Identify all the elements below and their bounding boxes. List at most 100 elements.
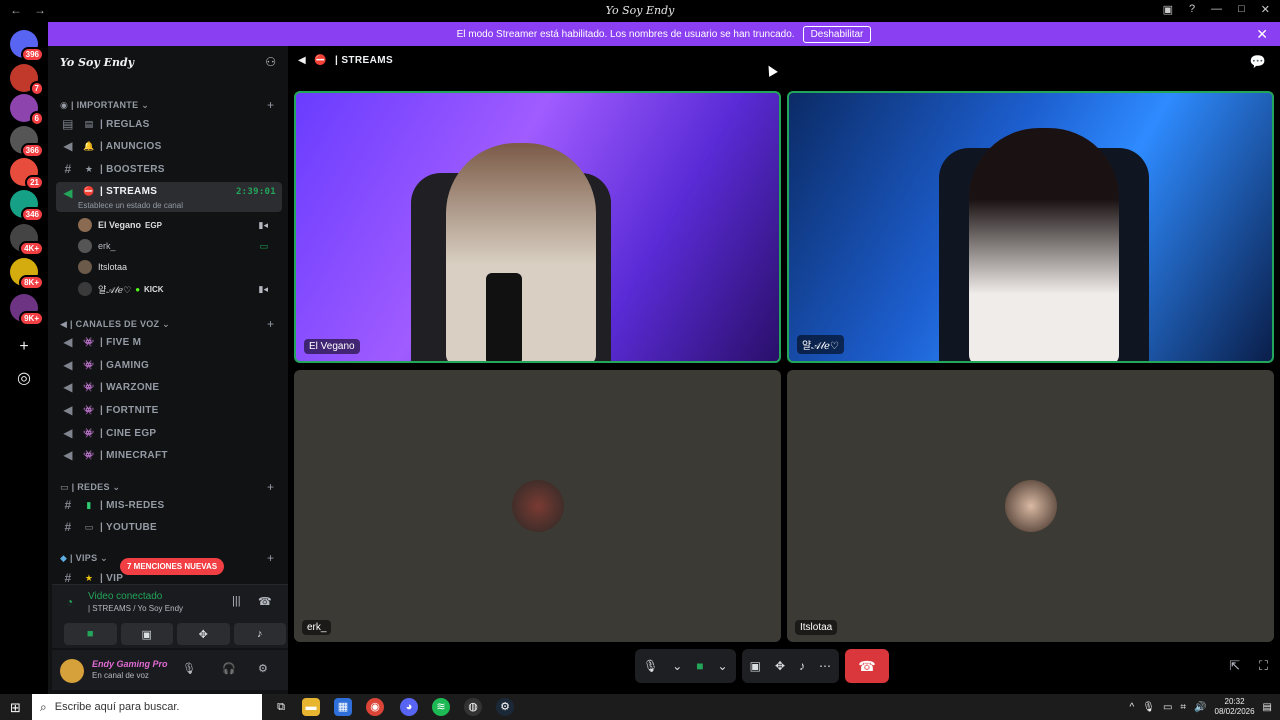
microphone-icon[interactable]: 🎙 [1142, 702, 1155, 713]
add-server-icon[interactable]: + [13, 336, 35, 358]
system-tray: ^ 🎙 ▭ ⌗ 🔊 20:32 08/02/2026 ▤ [1130, 694, 1280, 720]
battery-icon[interactable]: ▭ [1163, 702, 1172, 713]
avatar [78, 218, 92, 232]
chevron-down-icon[interactable]: ⌄ [672, 659, 682, 673]
banner-close-icon[interactable]: ✕ [1256, 26, 1268, 43]
obs-icon[interactable]: ◍ [464, 698, 482, 716]
screen-share-button[interactable]: ▣ [120, 623, 173, 645]
channel-fivem[interactable]: ◀ 👾 | FIVE M [56, 332, 282, 352]
chevron-down-icon[interactable]: ⌄ [718, 659, 728, 673]
channel-boosters[interactable]: # ★ | BOOSTERS [56, 159, 282, 179]
activities-icon[interactable]: ✥ [775, 659, 785, 673]
microphone-icon[interactable]: 🎙 [643, 659, 658, 673]
voice-user[interactable]: 얄𝒜𝓁ℯ♡ ● KICK ▮◂ [78, 279, 278, 299]
category-voz[interactable]: ◀ | CANALES DE VOZ ⌄ [60, 319, 170, 330]
category-vips[interactable]: ◆ | VIPS ⌄ [60, 553, 108, 564]
spotify-icon[interactable]: ≋ [432, 698, 450, 716]
noise-suppression-icon[interactable]: ||| [232, 595, 241, 607]
server-icon[interactable]: 9K+ [10, 294, 44, 326]
disable-streamer-button[interactable]: Deshabilitar [802, 25, 872, 43]
server-icon[interactable]: 4K+ [10, 224, 44, 256]
video-tile[interactable]: 얄𝒜𝓁ℯ♡ [787, 91, 1274, 363]
store-icon[interactable]: ▦ [334, 698, 352, 716]
maximize-icon[interactable]: □ [1238, 3, 1245, 16]
channel-fortnite[interactable]: ◀ 👾 | FORTNITE [56, 400, 282, 420]
disconnect-icon[interactable]: ☎ [258, 595, 272, 608]
server-name[interactable]: Yo Soy Endy [60, 56, 134, 69]
window-titlebar: ← → Yo Soy Endy ▣ ? — □ ✕ [0, 0, 1280, 22]
camera-toggle-button[interactable]: ■ [64, 623, 117, 645]
inbox-icon[interactable]: ▣ [1163, 3, 1173, 16]
explore-icon[interactable]: ◎ [13, 368, 35, 390]
add-channel-icon[interactable]: + [267, 98, 274, 112]
channel-streams[interactable]: ◀ ⛔ | STREAMS 2:39:01 Establece un estado … [56, 182, 282, 212]
chevron-up-icon[interactable]: ^ [1130, 702, 1135, 713]
steam-icon[interactable]: ⚙ [496, 698, 514, 716]
voice-user[interactable]: erk_ ▭ [78, 236, 278, 256]
hash-icon: # [64, 498, 72, 512]
close-window-icon[interactable]: ✕ [1261, 3, 1270, 16]
server-icon[interactable]: 8K+ [10, 258, 44, 290]
channel-status[interactable]: Establece un estado de canal [78, 201, 183, 210]
soundboard-button[interactable]: ♪ [233, 623, 286, 645]
more-options-icon[interactable]: ⋯ [819, 659, 831, 673]
headphones-icon[interactable]: 🎧 [222, 662, 236, 675]
channel-misredes[interactable]: # ▮ | MIS-REDES [56, 495, 282, 515]
clock[interactable]: 20:32 08/02/2026 [1215, 697, 1255, 717]
minimize-icon[interactable]: — [1211, 3, 1222, 16]
avatar[interactable] [60, 659, 84, 683]
activities-button[interactable]: ✥ [177, 623, 230, 645]
server-icon[interactable]: 366 [10, 126, 44, 158]
camera-icon: ▮◂ [258, 219, 268, 230]
chrome-icon[interactable]: ◉ [366, 698, 384, 716]
server-icon[interactable]: 6 [10, 94, 44, 126]
add-member-icon[interactable]: ⚇ [265, 55, 276, 69]
channel-minecraft[interactable]: ◀ 👾 | MINECRAFT [56, 445, 282, 465]
server-icon[interactable]: 7 [10, 64, 44, 96]
notifications-icon[interactable]: ▤ [1263, 702, 1272, 713]
network-icon[interactable]: ⌗ [1180, 702, 1186, 713]
server-icon[interactable]: 21 [10, 158, 44, 190]
channel-reglas[interactable]: ▤ ▤ | REGLAS [56, 114, 282, 134]
voice-channel-path[interactable]: | STREAMS / Yo Soy Endy [88, 604, 183, 613]
clock-date: 08/02/2026 [1214, 707, 1255, 716]
add-channel-icon[interactable]: + [267, 317, 274, 331]
voice-user[interactable]: Itslotaa [78, 257, 278, 277]
server-icon[interactable]: 346 [10, 190, 44, 222]
popout-icon[interactable]: ⇱ [1229, 658, 1240, 674]
chat-icon[interactable]: 💬 [1250, 54, 1266, 70]
volume-icon[interactable]: 🔊 [1194, 702, 1206, 713]
screen-share-icon[interactable]: ▣ [750, 659, 761, 673]
fullscreen-icon[interactable]: ⛶ [1259, 658, 1268, 674]
channel-youtube[interactable]: # ▭ | YOUTUBE [56, 517, 282, 537]
soundboard-icon[interactable]: ♪ [799, 659, 805, 673]
discord-icon[interactable]: ◕ [400, 698, 418, 716]
channel-cine[interactable]: ◀ 👾 | CINE EGP [56, 423, 282, 443]
audio-tile[interactable]: Itslotaa [787, 370, 1274, 642]
video-tile[interactable]: El Vegano [294, 91, 781, 363]
taskbar-search[interactable]: ⌕ Escribe aquí para buscar. [32, 694, 262, 720]
channel-anuncios[interactable]: ◀ 🔔 | ANUNCIOS [56, 136, 282, 156]
channel-warzone[interactable]: ◀ 👾 | WARZONE [56, 377, 282, 397]
user-name[interactable]: Endy Gaming Pro [92, 659, 168, 669]
hang-up-button[interactable]: ☎ [845, 649, 890, 683]
add-channel-icon[interactable]: + [267, 480, 274, 494]
help-icon[interactable]: ? [1189, 3, 1195, 16]
add-channel-icon[interactable]: + [267, 551, 274, 565]
voice-user-name: 얄𝒜𝓁ℯ♡ [98, 284, 132, 295]
file-explorer-icon[interactable]: ▬ [302, 698, 320, 716]
category-redes[interactable]: ▭ | REDES ⌄ [60, 482, 120, 493]
task-view-icon[interactable]: ⧉ [272, 698, 290, 716]
category-importante[interactable]: ◉ | IMPORTANTE ⌄ [60, 100, 149, 111]
voice-status[interactable]: Video conectado [88, 591, 162, 602]
speaker-icon[interactable]: ◀ [298, 55, 306, 66]
microphone-icon[interactable]: 🎙 [182, 662, 196, 675]
camera-icon[interactable]: ■ [696, 659, 703, 673]
new-mentions-pill[interactable]: 7 MENCIONES NUEVAS [120, 558, 225, 575]
gear-icon[interactable]: ⚙ [258, 662, 268, 675]
voice-user[interactable]: El Vegano EGP ▮◂ [78, 215, 278, 235]
windows-start-icon[interactable]: ⊞ [10, 700, 21, 716]
channel-gaming[interactable]: ◀ 👾 | GAMING [56, 355, 282, 375]
server-icon-home[interactable]: 396 [10, 30, 44, 62]
audio-tile[interactable]: erk_ [294, 370, 781, 642]
